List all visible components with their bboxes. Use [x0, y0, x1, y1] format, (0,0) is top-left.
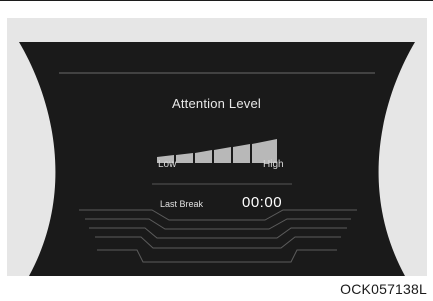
- last-break-label: Last Break: [160, 199, 204, 209]
- figure-code: OCK057138L: [340, 281, 427, 297]
- scale-low-label: Low: [158, 159, 177, 170]
- attention-level-title: Attention Level: [171, 96, 261, 111]
- attention-segment-5: [233, 144, 250, 163]
- cluster-display: [19, 42, 415, 276]
- last-break-value: 00:00: [242, 194, 283, 211]
- scale-high-label: High: [263, 159, 284, 170]
